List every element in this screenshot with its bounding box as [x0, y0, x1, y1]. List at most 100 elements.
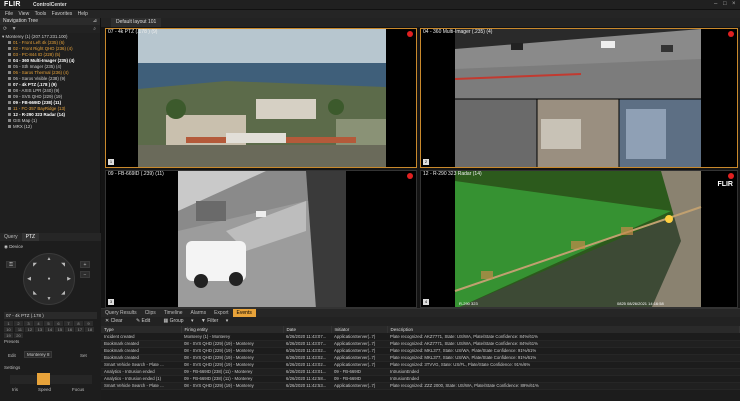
maximize-icon[interactable]: □: [723, 1, 727, 7]
pan-right-icon[interactable]: ▶: [66, 276, 72, 282]
lock-icon[interactable]: ⚿: [6, 261, 16, 268]
preset-button[interactable]: 16: [65, 327, 75, 332]
preset-select[interactable]: Monterey 8: [24, 351, 52, 358]
preset-button[interactable]: 7: [64, 321, 73, 326]
preset-button[interactable]: 13: [35, 327, 45, 332]
table-cell: Incident created: [101, 333, 181, 341]
tab-query[interactable]: Query: [0, 233, 22, 241]
table-row[interactable]: Smart Vehicle Search - Plate ... 08 - SVS…: [101, 361, 740, 369]
camera-tile-3[interactable]: 09 - FB-669ID (.239) (11) 3: [105, 170, 417, 308]
preset-button[interactable]: 4: [34, 321, 43, 326]
tree-item-label: GIS Map (1): [13, 118, 37, 123]
refresh-icon[interactable]: ⟳: [3, 26, 7, 32]
device-radio[interactable]: ◉ Device: [4, 244, 23, 250]
edit-button[interactable]: ✎ Edit: [136, 318, 156, 324]
tab-default-layout[interactable]: Default layout 101: [111, 18, 162, 27]
tab-ptz[interactable]: PTZ: [21, 233, 40, 241]
preset-button[interactable]: 3: [24, 321, 33, 326]
ptz-joystick[interactable]: ▲ ▼ ◀ ▶ ◤ ◥ ◣ ◢ ●: [23, 253, 75, 305]
camera-feed-thermal: [178, 171, 346, 307]
radar-footer-label: R-290 323: [459, 301, 478, 306]
close-icon[interactable]: ×: [732, 1, 736, 7]
camera-tile-2[interactable]: 04 - 360 Multi-Imager (.235) (4) 2: [420, 28, 738, 168]
table-row[interactable]: Analytics - Intrusion ended 09 - FB-669ID…: [101, 368, 740, 376]
tree-item-label: 04 - 360 Multi-Imager (235) (4): [13, 58, 75, 63]
tab-clips[interactable]: Clips: [141, 309, 160, 317]
search-icon[interactable]: ⌕: [93, 25, 96, 33]
tab-timeline[interactable]: Timeline: [160, 309, 187, 317]
preset-button[interactable]: 19: [4, 333, 13, 338]
table-header: Type Firing entity Date Initiator Descriptio…: [101, 326, 740, 333]
menu-view[interactable]: View: [18, 10, 29, 18]
preset-button[interactable]: 5: [44, 321, 53, 326]
pan-down-left-icon[interactable]: ◣: [32, 290, 38, 296]
preset-button[interactable]: 10: [4, 327, 13, 332]
camera-tile-4[interactable]: 12 - R-290 323 Radar (14) FLIR R-290 323…: [420, 170, 738, 308]
preset-button[interactable]: 8: [74, 321, 83, 326]
tree-item[interactable]: MRX (12): [0, 124, 101, 130]
results-toolbar: ✕ Clear ✎ Edit ▦ Group ▾ ▼ Filter ▾: [101, 317, 740, 326]
preset-button[interactable]: 2: [14, 321, 23, 326]
menu-tools[interactable]: Tools: [35, 10, 47, 18]
group-button[interactable]: ▦ Group ▾: [164, 318, 194, 324]
home-icon[interactable]: ●: [46, 276, 52, 282]
preset-button[interactable]: 20: [14, 333, 23, 338]
table-row[interactable]: Smart Vehicle Search - Plate ... 08 - SVS…: [101, 382, 740, 390]
menu-favorites[interactable]: Favorites: [52, 10, 73, 18]
preset-button[interactable]: 11: [15, 327, 25, 332]
table-cell: 6/26/2020 11:43:01...: [283, 368, 331, 376]
filter-icon[interactable]: ▼: [12, 26, 17, 32]
tilt-up-icon[interactable]: ▲: [46, 256, 52, 262]
pan-down-right-icon[interactable]: ◢: [60, 290, 66, 296]
tree-item-label: 09 - FB-669ID (238) (11): [13, 100, 62, 105]
table-row[interactable]: Incident created Monterey (1) - Monterey 6…: [101, 333, 740, 341]
table-row[interactable]: Bookmark created 08 - SVS QHD (229) (19) …: [101, 340, 740, 348]
flir-overlay-logo: FLIR: [717, 181, 733, 188]
pan-left-icon[interactable]: ◀: [26, 276, 32, 282]
menu-file[interactable]: File: [5, 10, 13, 18]
camera-icon: [8, 71, 11, 75]
column-header[interactable]: Type: [101, 326, 182, 333]
column-header[interactable]: Description: [387, 326, 740, 333]
preset-button[interactable]: 17: [75, 327, 85, 332]
speed-slider-thumb[interactable]: [37, 373, 50, 385]
preset-button[interactable]: 14: [45, 327, 55, 332]
tilt-down-icon[interactable]: ▼: [46, 296, 52, 302]
column-header[interactable]: Firing entity: [181, 326, 284, 333]
preset-button[interactable]: 18: [85, 327, 95, 332]
app-name: ControlCenter: [33, 2, 67, 8]
table-cell: 09 - FB-669ID: [331, 368, 387, 376]
preset-button[interactable]: 15: [55, 327, 65, 332]
tab-alarms[interactable]: Alarms: [187, 309, 211, 317]
camera-tile-1[interactable]: 07 - 4k PTZ (.178 ) (9) 1: [105, 28, 417, 168]
table-row[interactable]: Bookmark created 08 - SVS QHD (229) (19) …: [101, 347, 740, 355]
table-row[interactable]: Bookmark created 08 - SVS QHD (229) (19) …: [101, 354, 740, 362]
pan-up-left-icon[interactable]: ◤: [32, 262, 38, 268]
pan-up-right-icon[interactable]: ◥: [60, 262, 66, 268]
edit-label[interactable]: Edit: [8, 353, 16, 358]
tab-export[interactable]: Export: [210, 309, 232, 317]
ptz-camera-select[interactable]: 07 - 4k PTZ (.178 ): [4, 312, 97, 319]
zoom-in-button[interactable]: +: [80, 261, 90, 268]
table-cell: Monterey (1) - Monterey: [181, 333, 283, 341]
tab-query-results[interactable]: Query Results: [101, 309, 141, 317]
expand-icon[interactable]: ▾: [2, 34, 4, 39]
column-header[interactable]: Date: [283, 326, 332, 333]
minimize-icon[interactable]: –: [714, 1, 717, 7]
tree-root-label: Monterey (1) (207.177.231.100): [5, 34, 68, 39]
pin-icon[interactable]: ⊿: [93, 18, 97, 25]
zoom-out-button[interactable]: −: [80, 271, 90, 278]
preset-button[interactable]: 6: [54, 321, 63, 326]
clear-button[interactable]: ✕ Clear: [105, 318, 129, 324]
column-header[interactable]: Initiator: [331, 326, 388, 333]
preset-button[interactable]: 1: [4, 321, 13, 326]
menu-help[interactable]: Help: [78, 10, 88, 18]
preset-button[interactable]: 12: [25, 327, 35, 332]
set-button[interactable]: Set: [80, 353, 87, 358]
table-row[interactable]: Analytics - Intrusion ended (1) 09 - FB-6…: [101, 375, 740, 383]
tab-events[interactable]: Events: [232, 309, 256, 317]
preset-button[interactable]: 9: [84, 321, 93, 326]
table-cell: ApplicationServer(..7): [331, 361, 387, 369]
filter-button[interactable]: ▼ Filter ▾: [201, 318, 228, 324]
camera-icon: [8, 107, 11, 111]
